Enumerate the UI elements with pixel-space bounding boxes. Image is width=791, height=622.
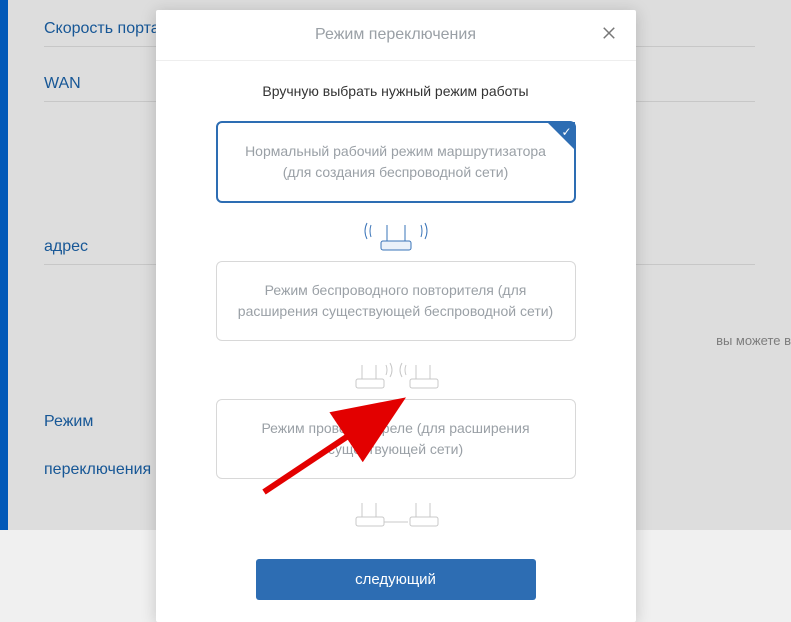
mode-option-normal[interactable]: Нормальный рабочий режим маршрутизатора …	[216, 121, 576, 203]
modal-subtitle: Вручную выбрать нужный режим работы	[216, 83, 576, 99]
close-icon[interactable]	[600, 24, 620, 44]
mode-option-wired-relay[interactable]: Режим проводной реле (для расширения сущ…	[216, 399, 576, 479]
check-icon	[547, 122, 575, 150]
modal-title: Режим переключения	[315, 26, 476, 44]
mode-switch-modal: Режим переключения Вручную выбрать нужны…	[156, 10, 636, 622]
mode-option-wireless-repeater[interactable]: Режим беспроводного повторителя (для рас…	[216, 261, 576, 341]
next-button[interactable]: следующий	[256, 559, 536, 600]
router-wired-pair-icon	[216, 489, 576, 529]
router-pair-icon	[216, 351, 576, 391]
mode-option-label: Нормальный рабочий режим маршрутизатора …	[245, 143, 546, 180]
mode-option-label: Режим проводной реле (для расширения сущ…	[261, 420, 529, 457]
router-single-icon	[216, 213, 576, 253]
mode-option-label: Режим беспроводного повторителя (для рас…	[238, 282, 553, 319]
modal-overlay: Режим переключения Вручную выбрать нужны…	[0, 0, 791, 530]
